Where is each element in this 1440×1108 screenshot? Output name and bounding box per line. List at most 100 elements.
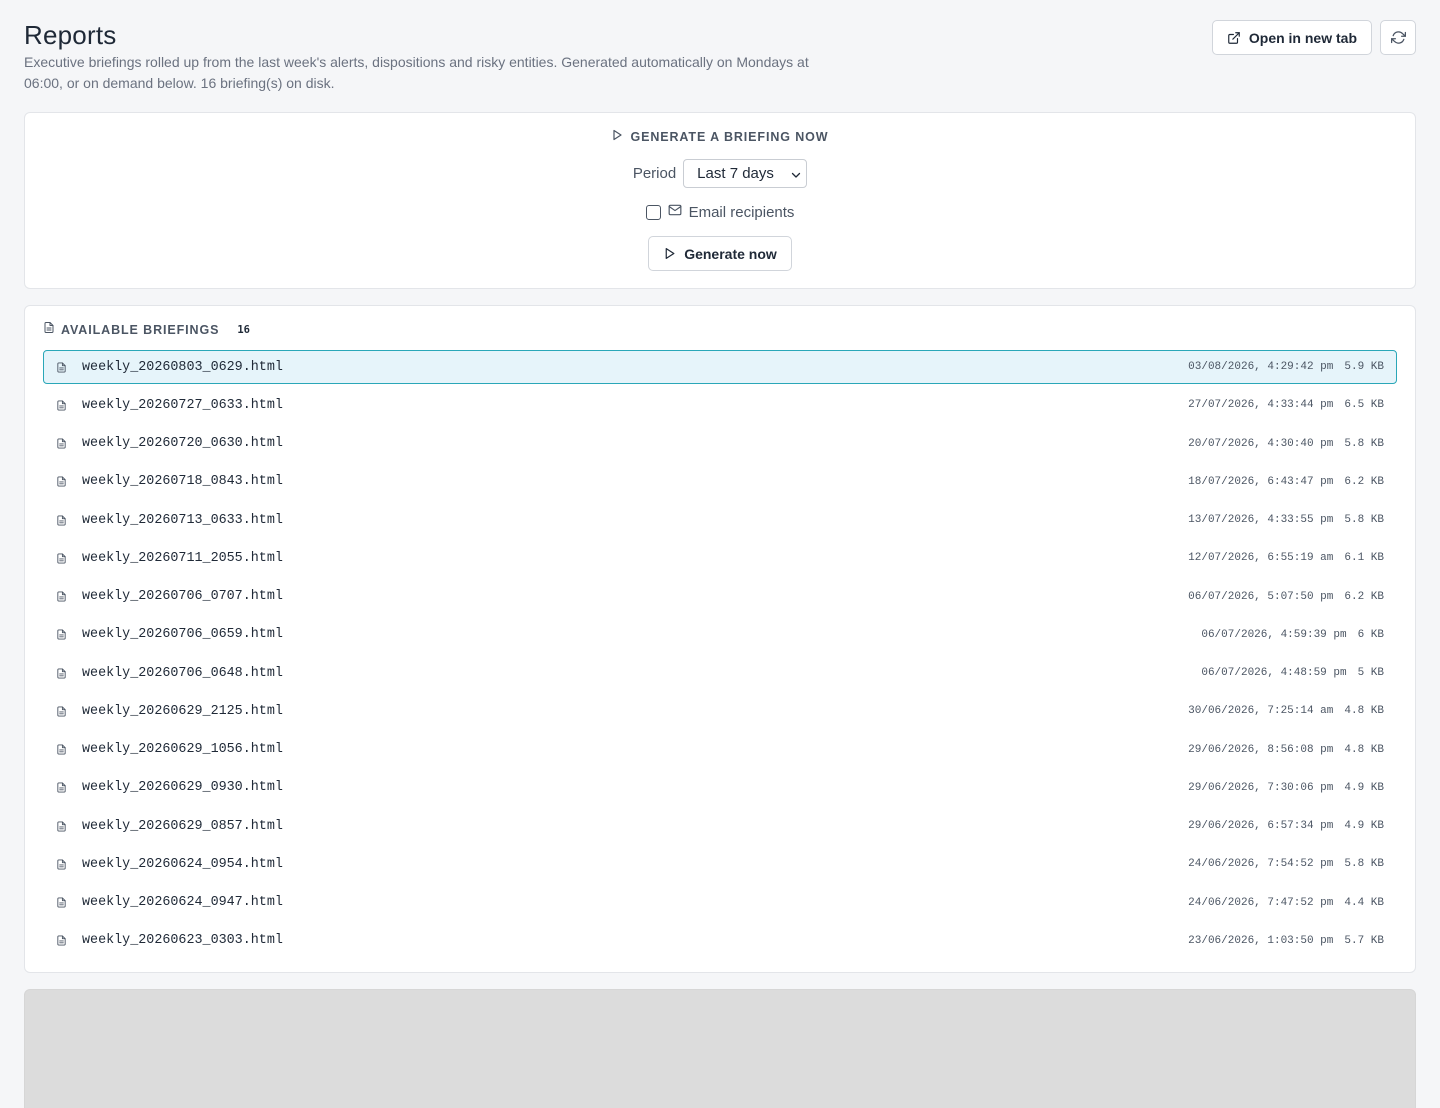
briefing-filename: weekly_20260706_0659.html — [82, 627, 283, 643]
open-new-tab-label: Open in new tab — [1248, 29, 1357, 46]
briefing-row[interactable]: weekly_20260711_2055.html 12/07/2026, 6:5… — [43, 541, 1397, 575]
briefing-timestamp: 03/08/2026, 4:29:42 pm — [1188, 361, 1334, 373]
briefing-row[interactable]: weekly_20260623_0303.html 23/06/2026, 1:0… — [43, 924, 1397, 958]
generate-now-button[interactable]: Generate now — [648, 236, 792, 271]
mail-icon — [668, 203, 682, 222]
briefing-timestamp: 18/07/2026, 6:43:47 pm — [1188, 475, 1334, 488]
email-recipients-label[interactable]: Email recipients — [689, 204, 795, 221]
briefing-timestamp: 30/06/2026, 7:25:14 am — [1188, 705, 1334, 718]
file-icon — [54, 437, 68, 450]
briefing-filename: weekly_20260629_0857.html — [82, 818, 283, 834]
briefing-row[interactable]: weekly_20260624_0947.html 24/06/2026, 7:4… — [43, 886, 1397, 920]
briefing-size: 5.8 KB — [1344, 858, 1384, 871]
briefing-filename: weekly_20260629_2125.html — [82, 703, 283, 719]
file-icon — [54, 590, 68, 603]
briefing-size: 4.9 KB — [1344, 820, 1384, 833]
file-icon — [43, 321, 55, 339]
briefing-row[interactable]: weekly_20260803_0629.html 03/08/2026, 4:2… — [43, 350, 1397, 384]
file-icon — [54, 514, 68, 527]
briefing-filename: weekly_20260803_0629.html — [82, 359, 283, 375]
briefing-timestamp: 13/07/2026, 4:33:55 pm — [1188, 514, 1334, 527]
briefing-row[interactable]: weekly_20260624_0954.html 24/06/2026, 7:5… — [43, 847, 1397, 881]
file-icon — [54, 399, 68, 412]
open-new-tab-button[interactable]: Open in new tab — [1211, 20, 1372, 55]
briefing-filename: weekly_20260624_0947.html — [82, 895, 283, 911]
briefing-filename: weekly_20260713_0633.html — [82, 512, 283, 528]
email-recipients-checkbox[interactable] — [645, 205, 661, 220]
briefing-timestamp: 29/06/2026, 7:30:06 pm — [1188, 781, 1334, 794]
briefing-row[interactable]: weekly_20260718_0843.html 18/07/2026, 6:4… — [43, 465, 1397, 499]
briefing-filename: weekly_20260624_0954.html — [82, 856, 283, 872]
file-icon — [54, 743, 68, 756]
file-icon — [54, 934, 68, 947]
period-select[interactable]: Last 7 days — [683, 159, 808, 188]
briefing-size: 4.8 KB — [1344, 743, 1384, 756]
briefing-filename: weekly_20260711_2055.html — [82, 550, 283, 566]
briefing-filename: weekly_20260720_0630.html — [82, 436, 283, 452]
briefings-section-header: AVAILABLE BRIEFINGS 16 — [43, 322, 250, 338]
header-actions: Open in new tab — [1211, 20, 1416, 55]
chevron-down-icon — [790, 168, 802, 185]
page-title: Reports — [24, 20, 117, 50]
briefing-filename: weekly_20260718_0843.html — [82, 474, 283, 490]
briefing-size: 5 KB — [1357, 667, 1384, 680]
generate-section-header: GENERATE A BRIEFING NOW — [25, 129, 1415, 144]
briefing-row[interactable]: weekly_20260727_0633.html 27/07/2026, 4:3… — [43, 388, 1397, 422]
briefing-timestamp: 24/06/2026, 7:54:52 pm — [1188, 858, 1334, 871]
file-icon — [54, 896, 68, 909]
period-row: Period Last 7 days — [25, 159, 1415, 188]
email-recipients-row: Email recipients — [25, 203, 1415, 222]
briefing-row[interactable]: weekly_20260706_0707.html 06/07/2026, 5:0… — [43, 580, 1397, 614]
briefings-count-badge: 16 — [237, 324, 250, 336]
briefing-size: 6.2 KB — [1344, 475, 1384, 488]
refresh-icon — [1390, 30, 1406, 45]
briefing-timestamp: 27/07/2026, 4:33:44 pm — [1188, 399, 1334, 412]
generate-submit-row: Generate now — [25, 236, 1415, 271]
file-icon — [54, 667, 68, 680]
file-icon — [54, 628, 68, 641]
generate-now-label: Generate now — [684, 245, 777, 262]
reports-page: Reports Executive briefings rolled up fr… — [0, 0, 1440, 1108]
briefing-filename: weekly_20260629_0930.html — [82, 780, 283, 796]
briefing-size: 6.2 KB — [1344, 590, 1384, 603]
briefing-row[interactable]: weekly_20260629_2125.html 30/06/2026, 7:2… — [43, 694, 1397, 728]
briefing-row[interactable]: weekly_20260720_0630.html 20/07/2026, 4:3… — [43, 427, 1397, 461]
briefing-size: 6 KB — [1357, 628, 1384, 641]
briefing-row[interactable]: weekly_20260706_0659.html 06/07/2026, 4:5… — [43, 618, 1397, 652]
available-briefings-card: AVAILABLE BRIEFINGS 16 weekly_20260803_0… — [24, 305, 1416, 973]
briefing-row[interactable]: weekly_20260629_0857.html 29/06/2026, 6:5… — [43, 809, 1397, 843]
briefing-timestamp: 24/06/2026, 7:47:52 pm — [1188, 896, 1334, 909]
briefings-section-title: AVAILABLE BRIEFINGS — [61, 323, 220, 337]
briefing-size: 4.9 KB — [1344, 781, 1384, 794]
briefing-size: 6.1 KB — [1344, 552, 1384, 565]
period-select-value: Last 7 days — [697, 165, 774, 182]
file-icon — [54, 858, 68, 871]
briefing-timestamp: 06/07/2026, 4:48:59 pm — [1201, 667, 1347, 680]
briefings-list: weekly_20260803_0629.html 03/08/2026, 4:2… — [43, 350, 1397, 962]
file-icon — [54, 475, 68, 488]
briefing-size: 5.8 KB — [1344, 437, 1384, 450]
briefing-row[interactable]: weekly_20260629_1056.html 29/06/2026, 8:5… — [43, 733, 1397, 767]
page-subtitle: Executive briefings rolled up from the l… — [24, 54, 809, 91]
briefing-timestamp: 20/07/2026, 4:30:40 pm — [1188, 437, 1334, 450]
briefing-size: 4.4 KB — [1344, 896, 1384, 909]
briefing-timestamp: 12/07/2026, 6:55:19 am — [1188, 552, 1334, 565]
briefing-filename: weekly_20260623_0303.html — [82, 933, 283, 949]
refresh-button[interactable] — [1380, 20, 1416, 55]
briefing-filename: weekly_20260706_0648.html — [82, 665, 283, 681]
external-link-icon — [1227, 31, 1241, 45]
generate-section-title: GENERATE A BRIEFING NOW — [630, 129, 829, 144]
play-icon — [611, 129, 623, 144]
briefing-row[interactable]: weekly_20260706_0648.html 06/07/2026, 4:4… — [43, 656, 1397, 690]
briefing-filename: weekly_20260706_0707.html — [82, 589, 283, 605]
file-icon — [54, 705, 68, 718]
briefing-row[interactable]: weekly_20260713_0633.html 13/07/2026, 4:3… — [43, 503, 1397, 537]
briefing-filename: weekly_20260727_0633.html — [82, 397, 283, 413]
generate-briefing-card: GENERATE A BRIEFING NOW Period Last 7 da… — [24, 112, 1416, 289]
briefing-size: 4.8 KB — [1344, 705, 1384, 718]
briefing-row[interactable]: weekly_20260629_0930.html 29/06/2026, 7:3… — [43, 771, 1397, 805]
briefing-timestamp: 23/06/2026, 1:03:50 pm — [1188, 934, 1334, 947]
page-header: Reports Executive briefings rolled up fr… — [24, 0, 1416, 112]
file-icon — [54, 781, 68, 794]
file-icon — [54, 552, 68, 565]
